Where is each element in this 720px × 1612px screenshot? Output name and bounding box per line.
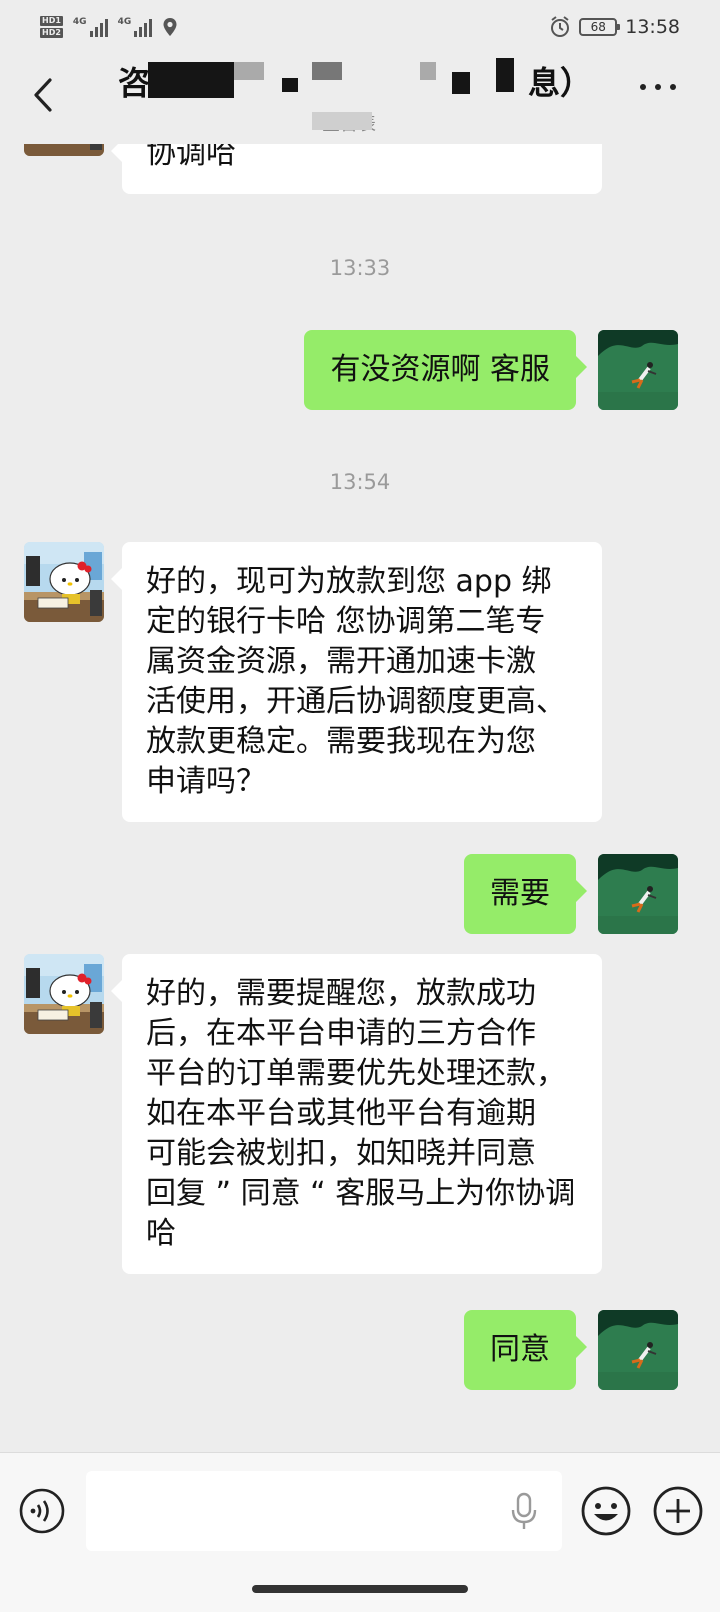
chat-title: 咨 息） bbox=[118, 58, 592, 104]
redaction-block bbox=[282, 78, 298, 92]
message-line: 后，在本平台申请的三方合作 bbox=[146, 1016, 536, 1051]
message-text: 同意 bbox=[490, 1332, 550, 1367]
agent-avatar[interactable] bbox=[24, 954, 104, 1034]
message-text: 有没资源啊 客服 bbox=[330, 352, 550, 387]
redaction-block bbox=[148, 62, 234, 98]
message-line: 可能会被划扣，如知晓并同意 bbox=[146, 1136, 536, 1171]
message-line: 好的，现可为放款到您 app 绑 bbox=[146, 564, 552, 599]
message-line: 放款更稳定。需要我现在为您 bbox=[146, 724, 536, 759]
plus-icon[interactable] bbox=[652, 1485, 704, 1537]
message-line: 哈 bbox=[146, 1216, 176, 1251]
emoji-icon[interactable] bbox=[580, 1485, 632, 1537]
signal-bars bbox=[89, 17, 108, 37]
chat-title-end: 息） bbox=[528, 64, 593, 102]
message-line: 如在本平台或其他平台有逾期 bbox=[146, 1096, 536, 1131]
chat-title-start: 咨 bbox=[118, 64, 151, 102]
location-icon bbox=[163, 18, 177, 36]
user-avatar[interactable] bbox=[598, 330, 678, 410]
network-type-label: 4G bbox=[72, 17, 87, 27]
back-button[interactable] bbox=[24, 72, 64, 118]
agent-avatar[interactable] bbox=[24, 542, 104, 622]
message-list: 协调哈 13:33 有没资源啊 客服 13:54 好的，现可为放款到您 app … bbox=[0, 144, 720, 1452]
microphone-icon[interactable] bbox=[508, 1491, 540, 1531]
user-avatar[interactable] bbox=[598, 854, 678, 934]
more-options-button[interactable] bbox=[640, 84, 676, 90]
status-left: HD1 HD2 4G 4G bbox=[40, 16, 178, 38]
chat-header: 咨 息） 呈台表 bbox=[0, 54, 720, 144]
home-indicator[interactable] bbox=[252, 1585, 468, 1593]
alarm-icon bbox=[551, 16, 570, 37]
redaction-block bbox=[312, 112, 372, 130]
incoming-message: 好的，需要提醒您，放款成功 后，在本平台申请的三方合作 平台的订单需要优先处理还… bbox=[111, 954, 602, 1274]
redaction-block bbox=[496, 58, 514, 92]
message-line: 好的，需要提醒您，放款成功 bbox=[146, 976, 536, 1011]
incoming-message: 协调哈 bbox=[111, 144, 602, 194]
redaction-block bbox=[420, 62, 436, 80]
voice-icon[interactable] bbox=[18, 1487, 66, 1535]
message-input[interactable] bbox=[86, 1471, 562, 1551]
user-avatar[interactable] bbox=[598, 1310, 678, 1390]
input-bar bbox=[0, 1452, 720, 1612]
sim2-label: HD2 bbox=[40, 28, 63, 38]
message-line: 申请吗？ bbox=[146, 764, 266, 799]
status-right: 68 13:58 bbox=[549, 16, 680, 38]
incoming-message: 好的，现可为放款到您 app 绑 定的银行卡哈 您协调第二笔专 属资金资源，需开… bbox=[111, 542, 602, 822]
battery-icon: 68 bbox=[579, 18, 621, 36]
sim1-label: HD1 bbox=[40, 16, 63, 26]
redaction-block bbox=[452, 72, 470, 94]
message-text: 协调哈 bbox=[146, 144, 236, 171]
signal-icon-2: 4G bbox=[118, 17, 153, 37]
network-type-label-2: 4G bbox=[117, 17, 132, 27]
message-line: 属资金资源，需开通加速卡激 bbox=[146, 644, 536, 679]
outgoing-message: 需要 bbox=[464, 854, 587, 934]
message-line: 回复 ” 同意 “ 客服马上为你协调 bbox=[146, 1176, 576, 1211]
status-bar: HD1 HD2 4G 4G 68 13:58 bbox=[0, 0, 720, 54]
outgoing-message: 同意 bbox=[464, 1310, 587, 1390]
sim-indicators: HD1 HD2 bbox=[40, 16, 63, 38]
timestamp: 13:33 bbox=[329, 256, 391, 280]
redaction-block bbox=[312, 62, 342, 80]
agent-avatar[interactable] bbox=[24, 144, 104, 156]
message-line: 活使用，开通后协调额度更高、 bbox=[146, 684, 566, 719]
signal-icon: 4G bbox=[73, 17, 108, 37]
timestamp: 13:54 bbox=[329, 470, 391, 494]
redaction-block bbox=[234, 62, 264, 80]
signal-bars-2 bbox=[134, 17, 153, 37]
message-line: 定的银行卡哈 您协调第二笔专 bbox=[146, 604, 546, 639]
clock-text: 13:58 bbox=[625, 16, 680, 38]
message-text: 需要 bbox=[490, 876, 550, 911]
message-line: 平台的订单需要优先处理还款， bbox=[146, 1056, 566, 1091]
outgoing-message: 有没资源啊 客服 bbox=[304, 330, 587, 410]
